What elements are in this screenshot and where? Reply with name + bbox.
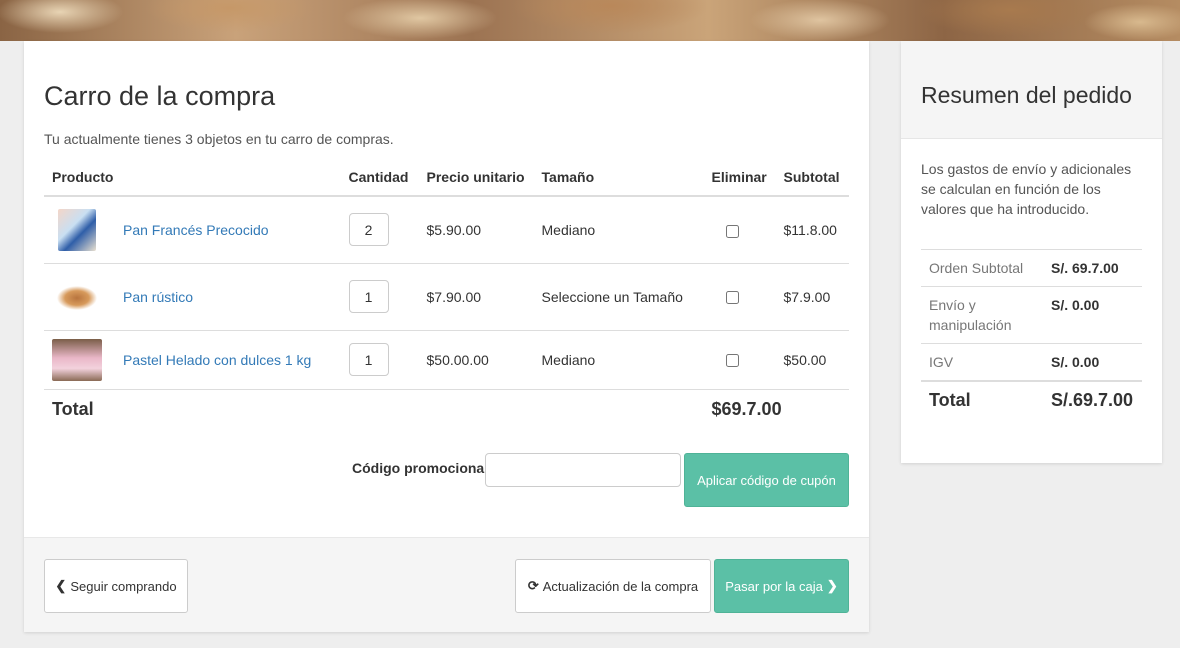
- unit-price-cell: $7.90.00: [418, 262, 534, 330]
- summary-total-row: Total S/.69.7.00: [921, 380, 1142, 418]
- product-name-cell: Pastel Helado con dulces 1 kg: [115, 329, 341, 389]
- product-link[interactable]: Pan Francés Precocido: [123, 222, 269, 238]
- update-cart-label: Actualización de la compra: [542, 578, 699, 594]
- chevron-left-icon: ❮: [55, 578, 67, 593]
- total-row: Total $69.7.00: [44, 388, 849, 429]
- remove-cell: [703, 262, 776, 330]
- summary-label: Orden Subtotal: [921, 249, 1043, 287]
- quantity-input[interactable]: [348, 213, 389, 247]
- remove-cell: [703, 329, 776, 389]
- header-banner-image: [0, 0, 1180, 41]
- column-header-unit-price: Precio unitario: [418, 159, 534, 197]
- size-cell: Mediano: [533, 329, 704, 389]
- product-image[interactable]: [52, 275, 102, 318]
- remove-checkbox[interactable]: [725, 291, 739, 305]
- product-thumb-cell: [44, 195, 115, 263]
- product-name-cell: Pan rústico: [115, 262, 341, 330]
- column-header-quantity: Cantidad: [340, 159, 419, 197]
- remove-checkbox[interactable]: [725, 224, 739, 238]
- product-name-cell: Pan Francés Precocido: [115, 195, 341, 263]
- summary-label: IGV: [921, 343, 1043, 381]
- size-cell: Seleccione un Tamaño: [533, 262, 704, 330]
- cart-footer: ❮ Seguir comprando ⟳ Actualización de la…: [24, 537, 869, 632]
- table-header-row: Producto Cantidad Precio unitario Tamaño…: [44, 159, 849, 197]
- page-title: Carro de la compra: [44, 81, 276, 111]
- table-row: Pastel Helado con dulces 1 kg $50.00.00 …: [44, 329, 849, 389]
- product-thumb-cell: [44, 329, 115, 389]
- column-header-size: Tamaño: [533, 159, 704, 197]
- summary-row: Envío y manipulación S/. 0.00: [921, 286, 1142, 344]
- summary-label: Envío y manipulación: [921, 286, 1043, 344]
- order-summary-panel: Resumen del pedido Los gastos de envío y…: [901, 41, 1162, 463]
- product-image[interactable]: [52, 338, 102, 381]
- size-cell: Mediano: [533, 195, 704, 263]
- column-header-subtotal: Subtotal: [775, 159, 849, 197]
- summary-row: IGV S/. 0.00: [921, 343, 1142, 381]
- subtotal-cell: $50.00: [775, 329, 849, 389]
- summary-value: S/. 69.7.00: [1043, 249, 1142, 287]
- unit-price-cell: $50.00.00: [418, 329, 534, 389]
- quantity-input[interactable]: [348, 280, 389, 313]
- quantity-cell: [340, 195, 419, 263]
- column-header-product: Producto: [44, 159, 341, 197]
- subtotal-cell: $11.8.00: [775, 195, 849, 263]
- chevron-right-icon: ❯: [826, 578, 838, 593]
- cart-item-count-text: Tu actualmente tienes 3 objetos en tu ca…: [44, 131, 394, 147]
- remove-checkbox[interactable]: [725, 354, 739, 368]
- cart-panel: Carro de la compra Tu actualmente tienes…: [24, 41, 869, 632]
- checkout-button[interactable]: Pasar por la caja ❯: [714, 559, 849, 613]
- continue-shopping-label: Seguir comprando: [70, 578, 177, 594]
- summary-value: S/. 0.00: [1043, 286, 1142, 344]
- total-label: Total: [44, 388, 704, 429]
- quantity-input[interactable]: [348, 343, 389, 376]
- unit-price-cell: $5.90.00: [418, 195, 534, 263]
- order-summary-table: Orden Subtotal S/. 69.7.00 Envío y manip…: [921, 249, 1142, 418]
- subtotal-cell: $7.9.00: [775, 262, 849, 330]
- product-link[interactable]: Pastel Helado con dulces 1 kg: [123, 352, 311, 368]
- summary-value: S/. 0.00: [1043, 343, 1142, 381]
- refresh-icon: ⟳: [527, 578, 539, 593]
- table-row: Pan Francés Precocido $5.90.00 Mediano $…: [44, 195, 849, 263]
- quantity-cell: [340, 262, 419, 330]
- product-thumb-cell: [44, 262, 115, 330]
- cart-table: Producto Cantidad Precio unitario Tamaño…: [44, 159, 849, 429]
- table-row: Pan rústico $7.90.00 Seleccione un Tamañ…: [44, 262, 849, 330]
- summary-total-value: S/.69.7.00: [1043, 380, 1142, 418]
- apply-coupon-button[interactable]: Aplicar código de cupón: [684, 453, 849, 507]
- quantity-cell: [340, 329, 419, 389]
- product-link[interactable]: Pan rústico: [123, 289, 193, 305]
- summary-total-label: Total: [921, 380, 1043, 418]
- order-summary-header: Resumen del pedido: [901, 41, 1162, 139]
- column-header-remove: Eliminar: [703, 159, 776, 197]
- order-summary-title: Resumen del pedido: [921, 82, 1132, 108]
- promo-code-label: Código promocional:: [352, 460, 493, 476]
- update-cart-button[interactable]: ⟳ Actualización de la compra: [515, 559, 711, 613]
- promo-code-input[interactable]: [485, 453, 681, 487]
- summary-row: Orden Subtotal S/. 69.7.00: [921, 249, 1142, 287]
- total-value: $69.7.00: [703, 388, 849, 429]
- continue-shopping-button[interactable]: ❮ Seguir comprando: [44, 559, 188, 613]
- checkout-label: Pasar por la caja: [725, 578, 823, 594]
- shipping-note: Los gastos de envío y adicionales se cal…: [921, 161, 1132, 217]
- remove-cell: [703, 195, 776, 263]
- product-image[interactable]: [58, 208, 96, 251]
